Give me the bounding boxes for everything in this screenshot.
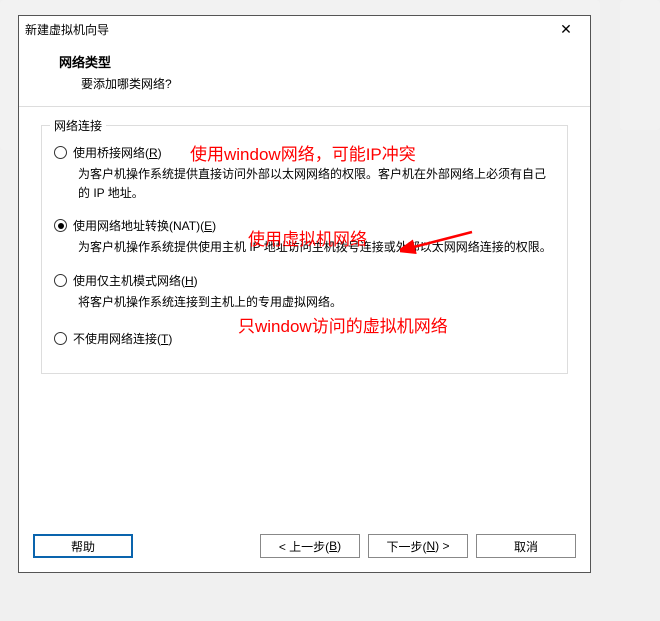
radio-nat-label: 使用网络地址转换(NAT)(E)	[73, 217, 216, 234]
wizard-content: 网络连接 使用桥接网络(R) 为客户机操作系统提供直接访问外部以太网网络的权限。…	[19, 107, 590, 524]
radio-icon	[54, 274, 67, 287]
button-row: 帮助 < 上一步(B) 下一步(N) > 取消	[19, 524, 590, 572]
dialog-title: 新建虚拟机向导	[25, 21, 548, 38]
header-subtitle: 要添加哪类网络?	[59, 75, 570, 92]
radio-icon	[54, 219, 67, 232]
titlebar: 新建虚拟机向导 ✕	[19, 16, 590, 42]
next-button[interactable]: 下一步(N) >	[368, 534, 468, 558]
radio-none-label: 不使用网络连接(T)	[73, 330, 172, 347]
nat-desc: 为客户机操作系统提供使用主机 IP 地址访问主机拨号连接或外部以太网网络连接的权…	[78, 238, 555, 257]
close-button[interactable]: ✕	[548, 18, 584, 40]
radio-bridged[interactable]: 使用桥接网络(R)	[54, 144, 555, 161]
radio-nat[interactable]: 使用网络地址转换(NAT)(E)	[54, 217, 555, 234]
close-icon: ✕	[560, 21, 572, 38]
wizard-header: 网络类型 要添加哪类网络?	[19, 42, 590, 107]
radio-hostonly[interactable]: 使用仅主机模式网络(H)	[54, 272, 555, 289]
back-button[interactable]: < 上一步(B)	[260, 534, 360, 558]
cancel-button[interactable]: 取消	[476, 534, 576, 558]
radio-bridged-label: 使用桥接网络(R)	[73, 144, 162, 161]
radio-icon	[54, 146, 67, 159]
radio-icon	[54, 332, 67, 345]
bridged-desc: 为客户机操作系统提供直接访问外部以太网网络的权限。客户机在外部网络上必须有自己的…	[78, 165, 555, 203]
hostonly-desc: 将客户机操作系统连接到主机上的专用虚拟网络。	[78, 293, 555, 312]
help-button[interactable]: 帮助	[33, 534, 133, 558]
wizard-dialog: 新建虚拟机向导 ✕ 网络类型 要添加哪类网络? 网络连接 使用桥接网络(R) 为…	[18, 15, 591, 573]
group-label: 网络连接	[50, 117, 106, 134]
header-title: 网络类型	[59, 52, 570, 71]
radio-hostonly-label: 使用仅主机模式网络(H)	[73, 272, 198, 289]
network-groupbox: 网络连接 使用桥接网络(R) 为客户机操作系统提供直接访问外部以太网网络的权限。…	[41, 125, 568, 374]
background-panel-right	[620, 0, 660, 130]
radio-none[interactable]: 不使用网络连接(T)	[54, 330, 555, 347]
